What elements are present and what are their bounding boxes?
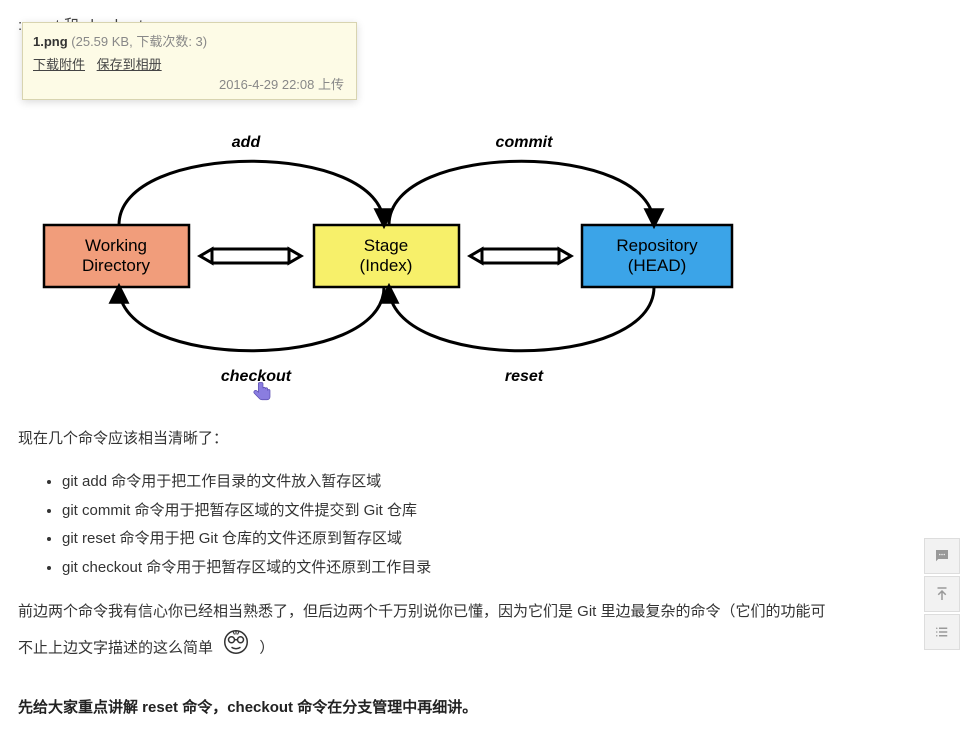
- git-diagram: Working Directory Stage (Index) Reposito…: [24, 125, 764, 405]
- svg-text:(HEAD): (HEAD): [628, 256, 687, 275]
- list-item: git add 命令用于把工作目录的文件放入暂存区域: [62, 468, 946, 497]
- face-icon: [221, 625, 251, 672]
- paragraph-summary: 先给大家重点讲解 reset 命令，checkout 命令在分支管理中再细讲。: [18, 694, 946, 721]
- svg-text:Repository: Repository: [616, 236, 698, 255]
- attachment-tooltip: 1.png (25.59 KB, 下载次数: 3) 下载附件 保存到相册 201…: [22, 22, 357, 100]
- list-button[interactable]: [924, 614, 960, 650]
- tooltip-date: 2016-4-29 22:08 上传: [219, 74, 344, 93]
- download-link[interactable]: 下载附件: [33, 57, 85, 72]
- svg-text:Working: Working: [85, 236, 147, 255]
- floating-sidebar: [924, 538, 962, 652]
- save-to-album-link[interactable]: 保存到相册: [97, 57, 162, 72]
- list-item: git commit 命令用于把暂存区域的文件提交到 Git 仓库: [62, 497, 946, 526]
- comment-button[interactable]: [924, 538, 960, 574]
- svg-text:Stage: Stage: [364, 236, 408, 255]
- paragraph-intro: 现在几个命令应该相当清晰了：: [18, 425, 946, 452]
- svg-text:commit: commit: [496, 134, 554, 151]
- svg-text:reset: reset: [505, 368, 544, 385]
- svg-text:Directory: Directory: [82, 256, 151, 275]
- svg-text:add: add: [232, 134, 262, 151]
- command-list: git add 命令用于把工作目录的文件放入暂存区域 git commit 命令…: [62, 468, 946, 582]
- scroll-top-button[interactable]: [924, 576, 960, 612]
- tooltip-filename: 1.png: [33, 34, 68, 49]
- list-item: git reset 命令用于把 Git 仓库的文件还原到暂存区域: [62, 525, 946, 554]
- hand-cursor-icon: [249, 379, 277, 407]
- tooltip-meta: (25.59 KB, 下载次数: 3): [68, 34, 207, 49]
- svg-text:(Index): (Index): [360, 256, 413, 275]
- paragraph-explain: 前边两个命令我有信心你已经相当熟悉了，但后边两个千万别说你已懂，因为它们是 Gi…: [18, 598, 946, 672]
- list-item: git checkout 命令用于把暂存区域的文件还原到工作目录: [62, 554, 946, 583]
